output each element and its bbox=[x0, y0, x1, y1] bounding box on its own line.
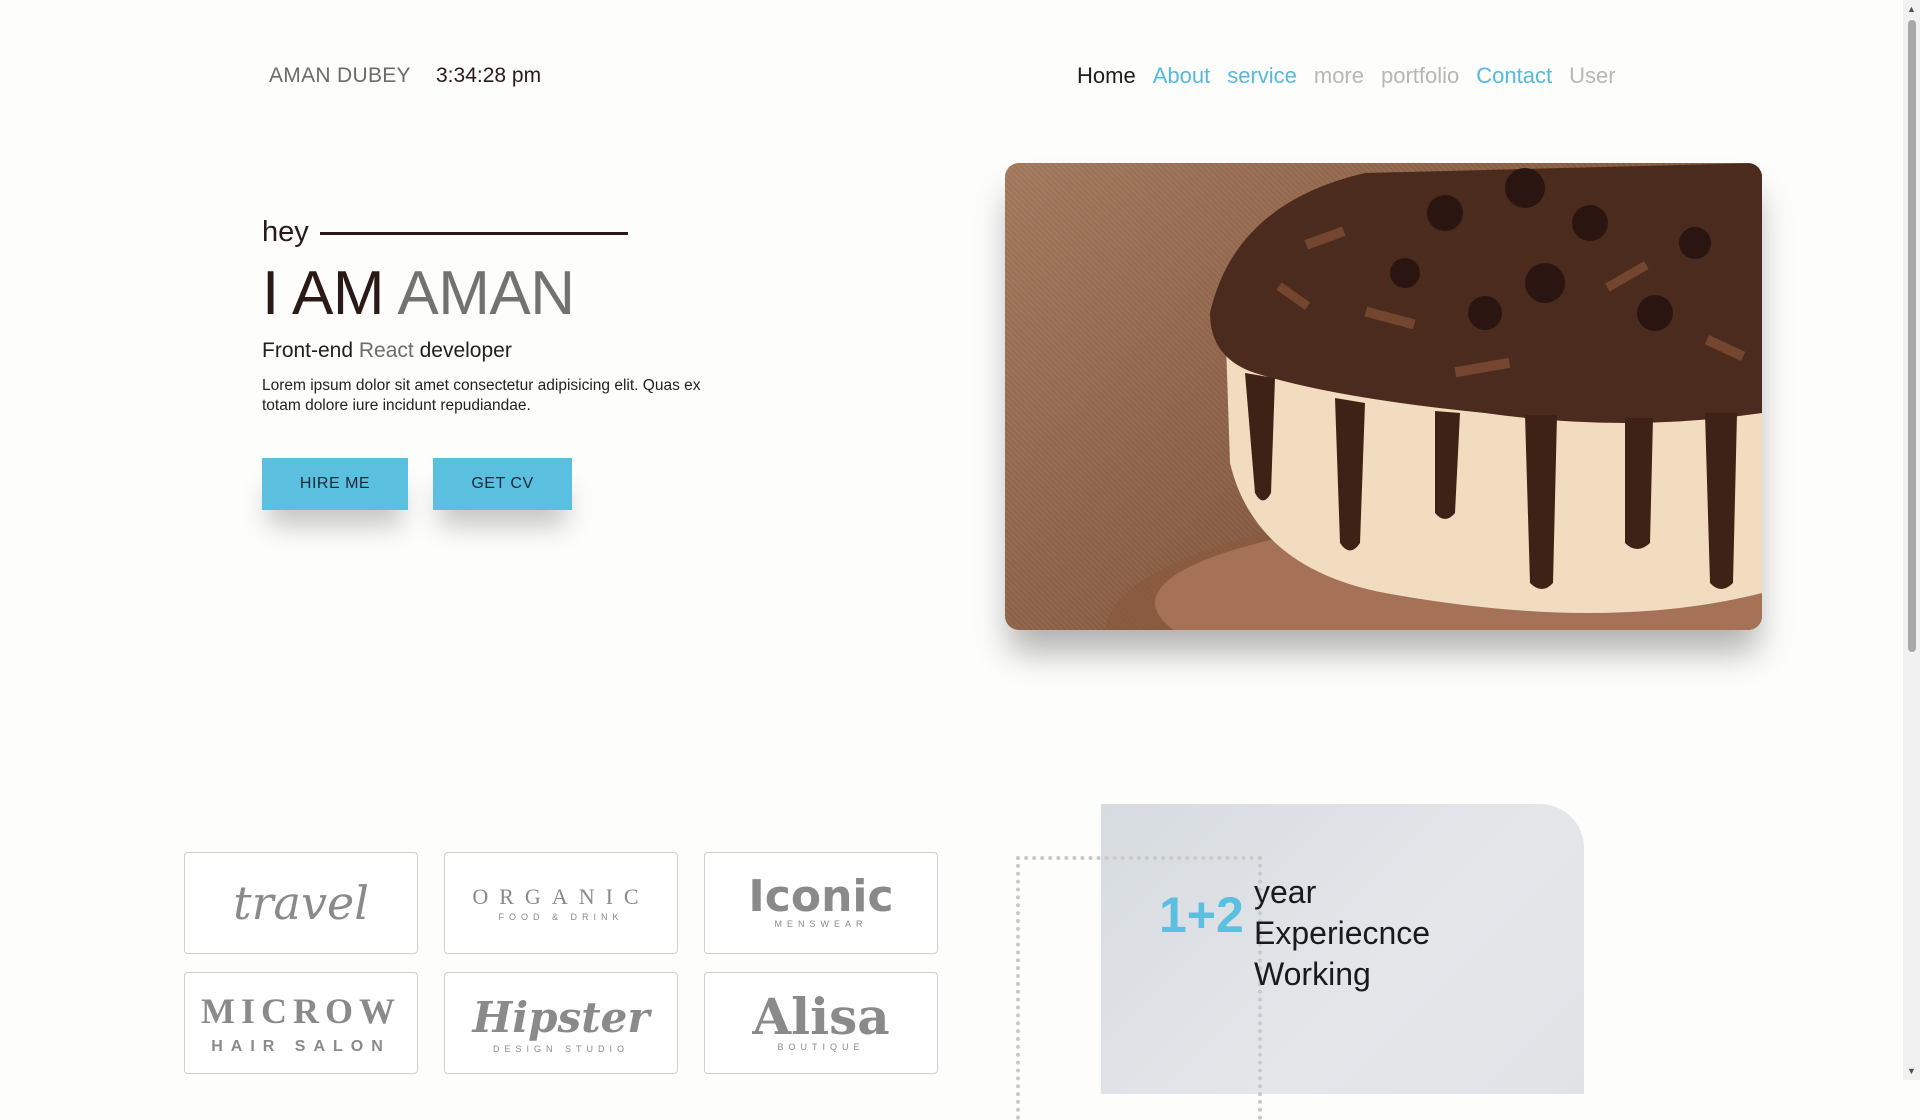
logo-subtitle: BOUTIQUE bbox=[777, 1042, 865, 1052]
experience-line-2: Experiecnce bbox=[1254, 915, 1431, 951]
logo-subtitle: DESIGN STUDIO bbox=[492, 1043, 629, 1054]
greeting: hey bbox=[262, 216, 309, 248]
nav-more[interactable]: more bbox=[1314, 63, 1364, 89]
greeting-divider bbox=[320, 232, 628, 235]
chocolate-drip bbox=[1625, 418, 1653, 549]
headline-name: AMAN bbox=[397, 259, 575, 328]
nav-home[interactable]: Home bbox=[1077, 63, 1136, 89]
nav-about[interactable]: About bbox=[1153, 63, 1211, 89]
nav-user[interactable]: User bbox=[1569, 63, 1615, 89]
nav-portfolio[interactable]: portfolio bbox=[1381, 63, 1459, 89]
logo-title: travel bbox=[233, 876, 369, 930]
vertical-scrollbar[interactable]: ▲ ▼ bbox=[1903, 0, 1920, 1080]
experience-text: year Experiecnce Working bbox=[1254, 872, 1430, 995]
logo-subtitle: FOOD & DRINK bbox=[498, 912, 624, 922]
logo-subtitle: MENSWEAR bbox=[774, 919, 868, 929]
chocolate-drip bbox=[1525, 415, 1557, 589]
chocolate-drip bbox=[1705, 413, 1737, 589]
chocolate-drip bbox=[1335, 398, 1365, 551]
hero-description: Lorem ipsum dolor sit amet consectetur a… bbox=[262, 377, 701, 414]
logo-microw[interactable]: MICROW HAIR SALON bbox=[184, 972, 418, 1074]
logo-subtitle: HAIR SALON bbox=[211, 1038, 391, 1055]
scroll-thumb[interactable] bbox=[1908, 20, 1916, 652]
headline-prefix: I AM bbox=[262, 259, 385, 328]
client-logos: travel ORGANIC FOOD & DRINK Iconic MENSW… bbox=[184, 852, 938, 1074]
experience-line-1: year bbox=[1254, 874, 1317, 910]
logo-organic[interactable]: ORGANIC FOOD & DRINK bbox=[444, 852, 678, 954]
clock: 3:34:28 pm bbox=[436, 64, 542, 87]
role-line: Front-end React developer bbox=[262, 339, 512, 363]
logo-hipster[interactable]: Hipster DESIGN STUDIO bbox=[444, 972, 678, 1074]
role-before: Front-end bbox=[262, 339, 354, 362]
logo-title: MICROW bbox=[201, 991, 401, 1031]
experience-line-3: Working bbox=[1254, 956, 1371, 992]
scroll-down-icon[interactable]: ▼ bbox=[1905, 1066, 1918, 1076]
logo-title: Iconic bbox=[748, 871, 894, 922]
main-nav: Home About service more portfolio Contac… bbox=[1077, 63, 1616, 89]
brand-name: AMAN DUBEY bbox=[269, 64, 411, 87]
nav-contact[interactable]: Contact bbox=[1476, 63, 1552, 89]
hero-cake-image bbox=[1005, 163, 1762, 630]
nav-service[interactable]: service bbox=[1227, 63, 1297, 89]
scroll-up-icon[interactable]: ▲ bbox=[1905, 4, 1918, 14]
logo-title: Alisa bbox=[752, 987, 890, 1046]
logo-iconic[interactable]: Iconic MENSWEAR bbox=[704, 852, 938, 954]
role-accent: React bbox=[358, 339, 414, 362]
logo-title: Hipster bbox=[472, 992, 650, 1042]
headline: I AM AMAN bbox=[262, 258, 575, 329]
experience-number: 1+2 bbox=[1159, 887, 1244, 943]
cake-illustration bbox=[1105, 163, 1762, 630]
logo-travel[interactable]: travel bbox=[184, 852, 418, 954]
logo-title: ORGANIC bbox=[472, 884, 650, 909]
hire-me-button[interactable]: HIRE ME bbox=[262, 458, 408, 510]
role-after: developer bbox=[419, 339, 512, 362]
get-cv-button[interactable]: GET CV bbox=[433, 458, 572, 510]
logo-alisa[interactable]: Alisa BOUTIQUE bbox=[704, 972, 938, 1074]
